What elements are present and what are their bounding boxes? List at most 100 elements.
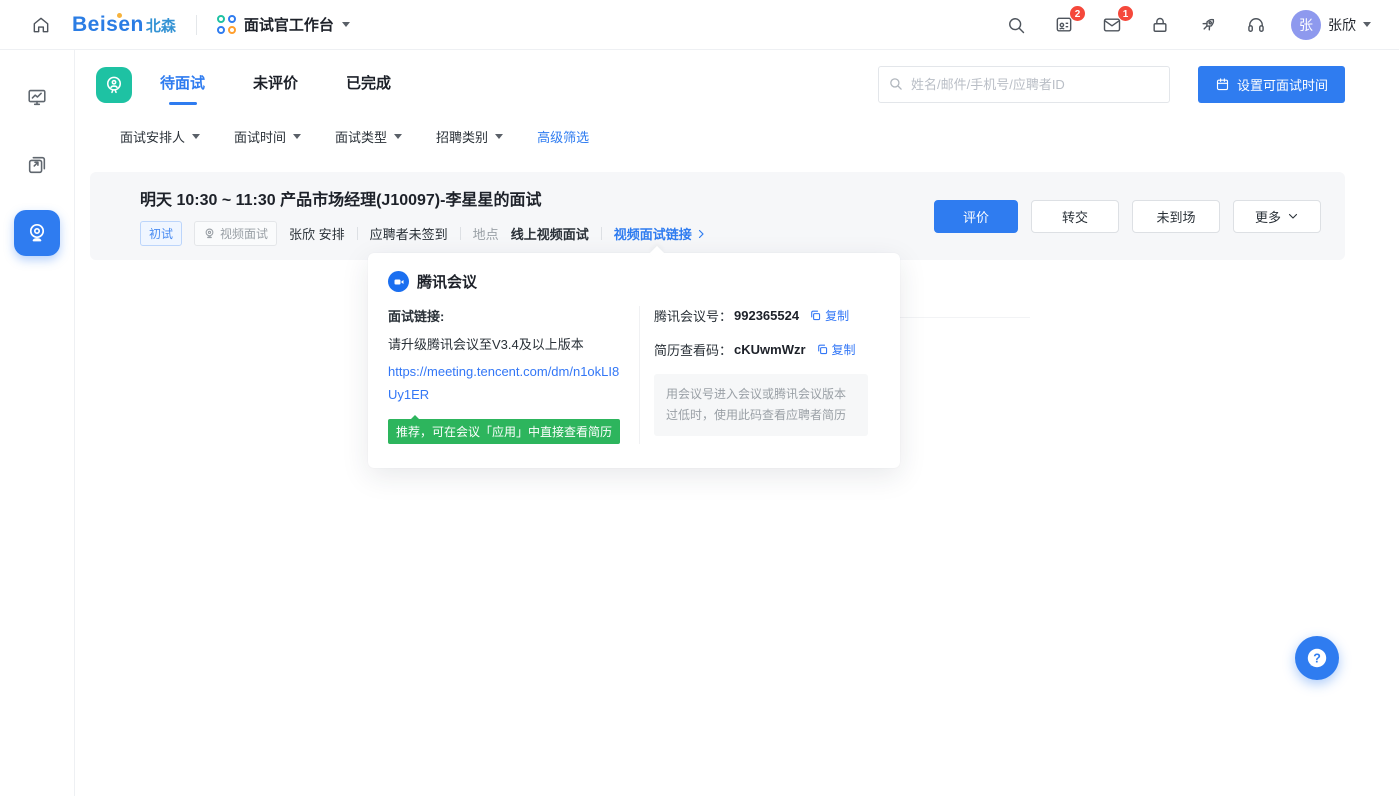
chevron-down-icon [342, 22, 350, 27]
sidebar-item-video-interview[interactable] [14, 210, 60, 256]
tasks-button[interactable]: 2 [1051, 12, 1077, 38]
filter-type[interactable]: 面试类型 [335, 127, 402, 146]
signin-status: 应聘者未签到 [370, 224, 448, 243]
filter-time[interactable]: 面试时间 [234, 127, 301, 146]
interview-card: 明天 10:30 ~ 11:30 产品市场经理(J10097)-李星星的面试 初… [90, 172, 1345, 260]
copy-icon [816, 343, 829, 356]
chevron-down-icon [495, 134, 503, 139]
webcam-icon [203, 227, 216, 240]
chevron-down-icon [1363, 22, 1371, 27]
filter-bar: 面试安排人 面试时间 面试类型 招聘类别 高级筛选 [120, 127, 1345, 146]
stacked-windows-icon [26, 154, 48, 176]
type-tag: 视频面试 [194, 221, 277, 246]
meeting-link-popup: 腾讯会议 面试链接: 请升级腾讯会议至V3.4及以上版本 https://mee… [368, 253, 900, 468]
top-bar: Beisen 北森 面试官工作台 2 1 [0, 0, 1399, 50]
tab-pending-interview[interactable]: 待面试 [158, 64, 207, 105]
sidebar-item-dashboard[interactable] [14, 74, 60, 120]
interview-meta: 初试 视频面试 张欣 安排 应聘者未签到 地点 线上视频面试 视频面试链接 [140, 221, 707, 246]
tab-not-evaluated[interactable]: 未评价 [251, 64, 300, 105]
arranger-text: 张欣 安排 [289, 224, 345, 243]
link-label: 面试链接: [388, 306, 623, 325]
resume-code-value: cKUwmWzr [734, 342, 806, 357]
evaluate-button[interactable]: 评价 [934, 200, 1018, 233]
interview-title: 明天 10:30 ~ 11:30 产品市场经理(J10097)-李星星的面试 [140, 186, 707, 210]
filter-label: 面试时间 [234, 127, 286, 146]
search-icon [1006, 15, 1026, 35]
beisen-logo[interactable]: Beisen 北森 [72, 13, 176, 37]
candidate-search [878, 66, 1170, 103]
filter-label: 招聘类别 [436, 127, 488, 146]
round-tag: 初试 [140, 221, 182, 246]
filter-label: 面试安排人 [120, 127, 185, 146]
meeting-link-section: 面试链接: 请升级腾讯会议至V3.4及以上版本 https://meeting.… [388, 306, 640, 444]
chevron-down-icon [1287, 210, 1299, 222]
mail-button[interactable]: 1 [1099, 12, 1125, 38]
filter-category[interactable]: 招聘类别 [436, 127, 503, 146]
app-switcher[interactable]: 面试官工作台 [217, 14, 350, 35]
type-tag-label: 视频面试 [220, 225, 268, 242]
more-button[interactable]: 更多 [1233, 200, 1321, 233]
workspace-title: 面试官工作台 [244, 14, 334, 35]
copy-label: 复制 [832, 341, 856, 358]
meeting-id-row: 腾讯会议号： 992365524 复制 [654, 306, 868, 325]
sidebar-item-records[interactable] [14, 142, 60, 188]
user-menu[interactable]: 张 张欣 [1291, 10, 1371, 40]
more-label: 更多 [1255, 207, 1281, 226]
resume-code-note: 用会议号进入会议或腾讯会议版本过低时，使用此码查看应聘者简历 [654, 374, 868, 436]
filter-arranger[interactable]: 面试安排人 [120, 127, 200, 146]
recommend-badge-text: 推荐，可在会议「应用」中直接查看简历 [396, 425, 612, 439]
interview-actions: 评价 转交 未到场 更多 [934, 200, 1321, 233]
orders-button[interactable] [1147, 12, 1173, 38]
meeting-id-label: 腾讯会议号： [654, 306, 732, 325]
whats-new-button[interactable] [1195, 12, 1221, 38]
search-input[interactable] [878, 66, 1170, 103]
topbar-divider [196, 15, 197, 35]
home-button[interactable] [28, 12, 54, 38]
meta-separator [357, 227, 358, 240]
meta-separator [601, 227, 602, 240]
toolbar: 待面试 未评价 已完成 设置可面试时间 [90, 64, 1345, 105]
support-button[interactable] [1243, 12, 1269, 38]
lock-icon [1150, 15, 1170, 35]
location-label: 地点 [473, 224, 499, 243]
filter-label: 面试类型 [335, 127, 387, 146]
copy-label: 复制 [825, 307, 849, 324]
module-badge-icon [96, 67, 132, 103]
copy-icon [809, 309, 822, 322]
advanced-filter-link[interactable]: 高级筛选 [537, 127, 589, 146]
meeting-id-value: 992365524 [734, 308, 799, 323]
set-available-time-button[interactable]: 设置可面试时间 [1198, 66, 1345, 103]
popup-title: 腾讯会议 [417, 271, 477, 292]
chevron-down-icon [192, 134, 200, 139]
avatar: 张 [1291, 10, 1321, 40]
webcam-icon [25, 221, 49, 245]
app-grid-icon [217, 15, 236, 34]
mail-badge: 1 [1117, 5, 1134, 22]
chevron-down-icon [293, 134, 301, 139]
logo-i-dot [117, 13, 122, 18]
no-show-button[interactable]: 未到场 [1132, 200, 1220, 233]
transfer-button[interactable]: 转交 [1031, 200, 1119, 233]
logo-text-cn: 北森 [146, 15, 176, 36]
set-available-time-label: 设置可面试时间 [1237, 75, 1328, 94]
meta-separator [460, 227, 461, 240]
chevron-down-icon [394, 134, 402, 139]
search-icon [888, 76, 903, 91]
search-button[interactable] [1003, 12, 1029, 38]
video-link-button[interactable]: 视频面试链接 [614, 224, 707, 243]
copy-meeting-id-button[interactable]: 复制 [809, 307, 849, 324]
help-button[interactable]: ? [1295, 636, 1339, 680]
recommend-badge: 推荐，可在会议「应用」中直接查看简历 [388, 419, 620, 444]
meeting-url-link[interactable]: https://meeting.tencent.com/dm/n1okLI8Uy… [388, 361, 623, 407]
svg-text:?: ? [1313, 652, 1321, 666]
tab-completed[interactable]: 已完成 [344, 64, 393, 105]
tab-bar: 待面试 未评价 已完成 [158, 64, 393, 105]
resume-code-row: 简历查看码： cKUwmWzr 复制 [654, 340, 868, 359]
badge-arrow [410, 415, 420, 420]
chevron-right-icon [695, 228, 707, 240]
meeting-codes-section: 腾讯会议号： 992365524 复制 简历查看码： cKUwmWzr 复制 [640, 306, 868, 444]
tasks-badge: 2 [1069, 5, 1086, 22]
resume-code-label: 简历查看码： [654, 340, 732, 359]
copy-resume-code-button[interactable]: 复制 [816, 341, 856, 358]
logo-text-en: Beisen [72, 13, 144, 37]
